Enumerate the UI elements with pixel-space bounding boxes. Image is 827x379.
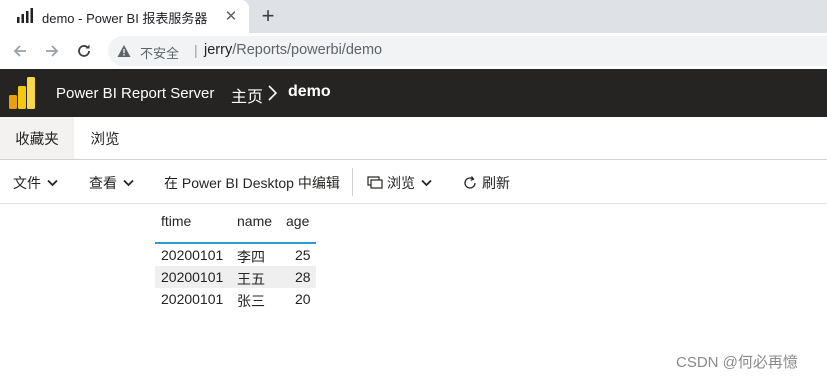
power-bi-bars-icon (17, 8, 33, 23)
cell-name: 王五 (237, 271, 265, 287)
browser-tab[interactable]: demo - Power BI 报表服务器 ✕ (0, 0, 249, 33)
file-menu-label: 文件 (13, 175, 41, 191)
column-header-ftime[interactable]: ftime (161, 213, 191, 229)
browser-tab-strip: demo - Power BI 报表服务器 ✕ + (0, 0, 827, 33)
command-bar: 文件 查看 在 Power BI Desktop 中编辑 浏览 刷新 (0, 160, 827, 204)
view-menu-button[interactable]: 查看 (89, 173, 134, 193)
edit-in-desktop-label: 在 Power BI Desktop 中编辑 (164, 175, 340, 191)
browse-menu-button[interactable]: 浏览 (367, 173, 432, 193)
close-tab-icon[interactable]: ✕ (221, 6, 241, 26)
cell-ftime: 20200101 (161, 247, 224, 263)
command-divider (352, 168, 353, 196)
url-separator: | (194, 42, 198, 58)
chevron-right-icon (268, 85, 278, 101)
table-row[interactable]: 20200101 张三 20 (155, 288, 316, 310)
forward-button[interactable] (38, 37, 66, 65)
report-table[interactable]: ftime name age 20200101 李四 25 20200101 王… (155, 204, 320, 314)
cell-ftime: 20200101 (161, 269, 224, 285)
url-path: /Reports/powerbi/demo (232, 42, 383, 58)
new-tab-button[interactable]: + (255, 3, 281, 29)
column-header-name[interactable]: name (237, 213, 272, 229)
cell-name: 李四 (237, 249, 265, 265)
secondary-nav: 收藏夹 浏览 (0, 117, 827, 160)
browse-icon (367, 176, 383, 189)
breadcrumb-home[interactable]: 主页 (231, 83, 263, 107)
view-menu-label: 查看 (89, 175, 117, 191)
browser-toolbar: 不安全 | jerry/Reports/powerbi/demo (0, 33, 827, 69)
cell-age: 25 (295, 247, 311, 263)
cell-name: 张三 (237, 293, 265, 309)
app-header: Power BI Report Server 主页 demo (0, 69, 827, 117)
url-host: jerry (204, 42, 233, 58)
column-header-age[interactable]: age (286, 213, 309, 229)
refresh-label: 刷新 (482, 175, 510, 191)
tab-browse[interactable]: 浏览 (74, 117, 136, 159)
chevron-down-icon (123, 179, 134, 187)
power-bi-logo-icon[interactable] (9, 77, 35, 109)
reload-button[interactable] (70, 37, 98, 65)
address-bar[interactable]: 不安全 | jerry/Reports/powerbi/demo (108, 36, 827, 66)
chevron-down-icon (47, 179, 58, 187)
warning-icon (117, 45, 131, 57)
security-status[interactable]: 不安全 (140, 43, 179, 62)
breadcrumb-current: demo (288, 83, 331, 100)
cell-age: 20 (295, 291, 311, 307)
tab-favorites[interactable]: 收藏夹 (0, 117, 74, 159)
browse-menu-label: 浏览 (387, 175, 415, 191)
tab-title: demo - Power BI 报表服务器 (42, 11, 208, 26)
cell-ftime: 20200101 (161, 291, 224, 307)
arrow-left-icon (13, 45, 26, 57)
watermark: CSDN @何必再憶 (676, 354, 798, 371)
arrow-right-icon (46, 45, 59, 57)
table-row[interactable]: 20200101 李四 25 (155, 244, 316, 266)
file-menu-button[interactable]: 文件 (13, 173, 58, 193)
product-name[interactable]: Power BI Report Server (56, 85, 214, 102)
table-row[interactable]: 20200101 王五 28 (155, 266, 316, 288)
chevron-down-icon (421, 179, 432, 187)
refresh-icon (464, 176, 476, 189)
back-button[interactable] (6, 37, 34, 65)
edit-in-desktop-button[interactable]: 在 Power BI Desktop 中编辑 (164, 173, 340, 193)
url-text[interactable]: jerry/Reports/powerbi/demo (204, 42, 382, 58)
reload-icon (78, 44, 90, 57)
refresh-button[interactable]: 刷新 (462, 173, 510, 193)
cell-age: 28 (295, 269, 311, 285)
